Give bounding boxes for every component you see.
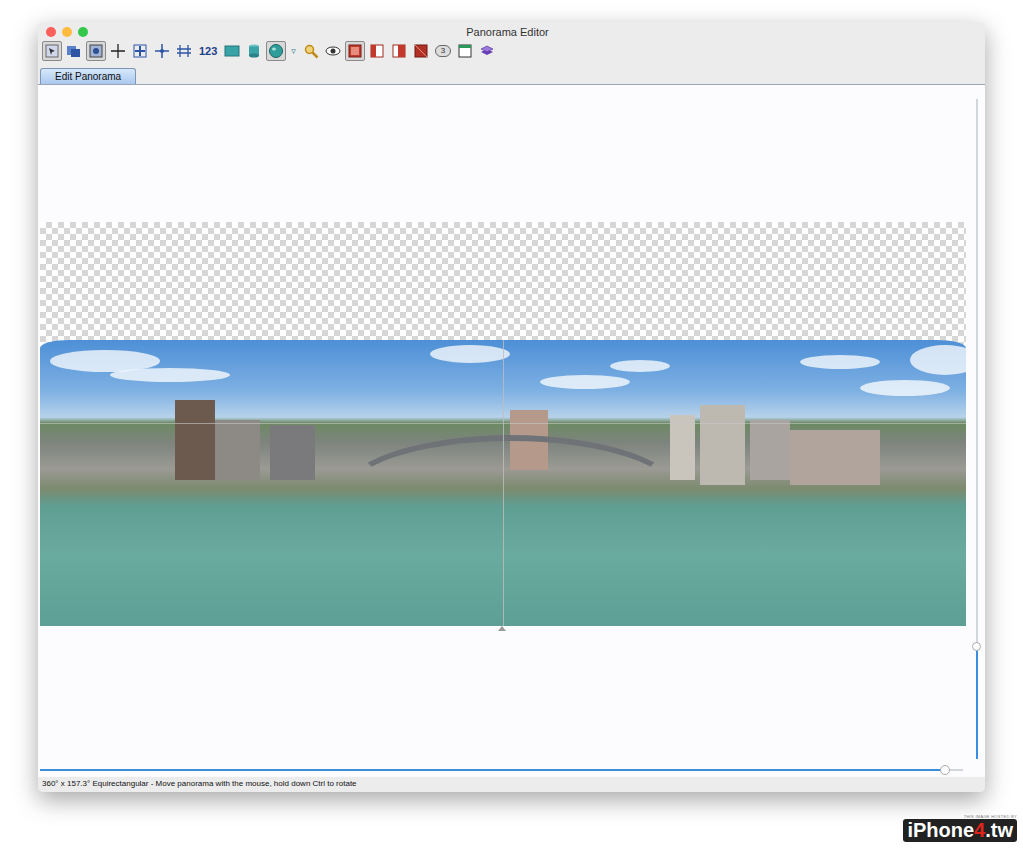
toolbar-button[interactable] [323, 41, 343, 61]
toolbar-button[interactable] [64, 41, 84, 61]
title-bar: Panorama Editor [38, 22, 985, 40]
center-marker-icon[interactable] [498, 626, 506, 631]
cloud [430, 345, 510, 363]
left-edge-icon [369, 43, 385, 59]
toolbar-button[interactable] [367, 41, 387, 61]
select-icon [44, 43, 60, 59]
toolbar-button[interactable]: ▿ [288, 41, 299, 61]
building [700, 405, 745, 485]
tab[interactable]: Edit Panorama [40, 68, 136, 84]
toolbar-button[interactable] [222, 41, 242, 61]
pan-slider[interactable] [38, 767, 985, 777]
window-controls [46, 27, 88, 37]
toolbar-button[interactable]: 123 [196, 41, 220, 61]
building [670, 415, 695, 480]
right-edge-icon [391, 43, 407, 59]
watermark-text: 4 [974, 819, 985, 841]
cloud [910, 345, 966, 375]
toolbar-button[interactable] [389, 41, 409, 61]
toolbar-button[interactable] [152, 41, 172, 61]
toolbar-button[interactable] [108, 41, 128, 61]
tab-bar: Edit Panorama [38, 64, 985, 85]
toolbar-button[interactable] [244, 41, 264, 61]
minimize-button[interactable] [62, 27, 72, 37]
toolbar-label: 123 [199, 45, 217, 57]
layers-icon [479, 43, 495, 59]
panorama-editor-window: Panorama Editor 123 ▿ 3 Edit Panorama 360° x … [38, 22, 985, 792]
panorama-image[interactable] [40, 340, 966, 626]
watermark-text: iPhone [907, 819, 974, 841]
toolbar-button[interactable] [301, 41, 321, 61]
cloud [540, 375, 630, 389]
toolbar-button[interactable] [266, 41, 286, 61]
building [175, 400, 215, 480]
watermark-logo: iPhone4.tw [903, 819, 1017, 842]
cloud [610, 360, 670, 372]
toolbar-button[interactable] [130, 41, 150, 61]
cloud [800, 355, 880, 369]
bridge [340, 435, 682, 557]
building [270, 425, 315, 480]
editor-area [38, 85, 985, 767]
tab-label: Edit Panorama [55, 71, 121, 82]
fill-icon [413, 43, 429, 59]
images-icon [66, 43, 82, 59]
toolbar-button[interactable] [477, 41, 497, 61]
slider-fill [40, 769, 945, 771]
toolbar: 123 ▿ 3 [38, 40, 985, 64]
rectilinear-icon [224, 43, 240, 59]
cloud [860, 380, 950, 396]
crop-icon [347, 43, 363, 59]
center-line [503, 340, 504, 626]
transparent-area [40, 222, 966, 347]
slider-fill [976, 647, 978, 759]
cloud [110, 368, 230, 382]
slider-track [976, 99, 978, 759]
toolbar-button[interactable] [411, 41, 431, 61]
building [750, 420, 790, 480]
watermark: THIS IMAGE HOSTED BYiPhone4.tw [903, 814, 1017, 842]
panorama-canvas[interactable] [38, 85, 970, 767]
slider-knob[interactable] [972, 642, 981, 651]
zoom-slider[interactable] [970, 85, 985, 767]
level-icon [176, 43, 192, 59]
slider-knob[interactable] [940, 765, 950, 775]
close-button[interactable] [46, 27, 56, 37]
slider-track [40, 769, 963, 771]
align-icon [154, 43, 170, 59]
toolbar-button[interactable] [455, 41, 475, 61]
zoom-button[interactable] [78, 27, 88, 37]
toolbar-button[interactable] [86, 41, 106, 61]
sphere-icon [268, 43, 284, 59]
toolbar-button[interactable] [42, 41, 62, 61]
building [790, 430, 880, 485]
watermark-text: .tw [985, 819, 1013, 841]
building [215, 420, 260, 480]
status-bar: 360° x 157.3° Equirectangular - Move pan… [38, 777, 985, 792]
toolbar-button[interactable] [345, 41, 365, 61]
move-icon [132, 43, 148, 59]
toolbar-label: ▿ [291, 46, 296, 56]
crosshair-icon [110, 43, 126, 59]
toolbar-button[interactable]: 3 [433, 41, 453, 61]
cylinder-icon [246, 43, 262, 59]
zoom-icon [303, 43, 319, 59]
toolbar-button[interactable] [174, 41, 194, 61]
preview-icon [325, 43, 341, 59]
window-icon [457, 43, 473, 59]
window-title: Panorama Editor [88, 26, 927, 38]
count-badge: 3 [435, 45, 451, 57]
mask-icon [88, 43, 104, 59]
